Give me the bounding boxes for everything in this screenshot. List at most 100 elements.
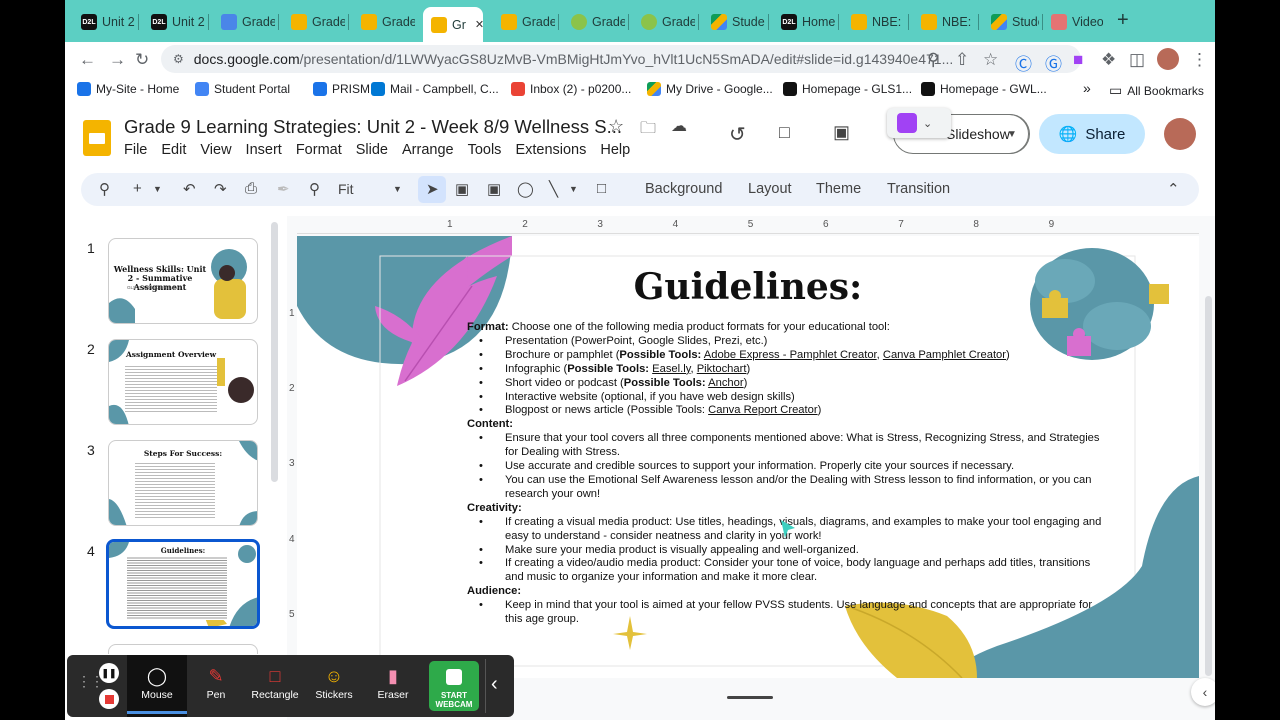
new-slide-icon[interactable]: + [133,180,142,197]
new-tab-icon[interactable]: + [1117,9,1129,32]
reload-icon[interactable]: ↻ [135,50,149,70]
bookmark-item[interactable]: Inbox (2) - p0200... [511,82,631,96]
horizontal-ruler[interactable]: 1 2 3 4 5 6 7 8 9 [297,216,1199,234]
menu-help[interactable]: Help [600,142,630,158]
browser-tab[interactable]: Grade [563,9,625,35]
version-history-icon[interactable]: ↺ [729,122,746,147]
slide-thumbnail-5[interactable] [108,644,258,654]
menu-view[interactable]: View [200,142,231,158]
stop-icon[interactable] [99,689,119,709]
slide-thumbnail-2[interactable]: Assignment Overview [108,339,258,425]
slide-title[interactable]: Guidelines: [297,266,1199,308]
browser-tab[interactable]: Grade [633,9,695,35]
extension-c-icon[interactable]: Ⓒ [1015,50,1032,75]
forward-icon[interactable]: → [109,50,126,70]
browser-tab[interactable]: Video [1043,9,1103,35]
profile-avatar[interactable] [1157,48,1179,70]
bookmark-item[interactable]: PRISM [313,82,370,96]
bookmark-star-icon[interactable]: ☆ [983,50,998,70]
new-slide-dropdown-icon[interactable]: ▼ [153,184,162,194]
slide-editor[interactable]: Guidelines: Format: Choose one of the fo… [297,236,1199,678]
tab-close-icon[interactable]: ✕ [475,18,483,31]
zoom-icon[interactable]: ⚲ [927,50,939,70]
undo-icon[interactable]: ↶ [183,180,196,198]
url-bar[interactable]: ⚙ docs.google.com/presentation/d/1LWWyac… [161,45,1081,73]
eraser-tool[interactable]: ▮ Eraser [364,663,422,702]
image-icon[interactable]: ▣ [487,180,501,198]
tool-link[interactable]: Canva Pamphlet Creator [883,349,1006,361]
rectangle-tool[interactable]: □ Rectangle [246,663,304,702]
bookmarks-overflow-icon[interactable]: » [1083,80,1091,96]
browser-tab[interactable]: Grade [493,9,555,35]
meet-camera-icon[interactable]: ▣ [833,122,850,143]
browser-tab[interactable]: Grade [283,9,345,35]
start-webcam-button[interactable]: START WEBCAM [429,661,479,711]
extensions-puzzle-icon[interactable]: ❖ [1101,50,1116,70]
slide-body[interactable]: Format: Choose one of the following medi… [467,321,1107,627]
texthelp-extension-popup[interactable]: ⌄ [887,108,951,138]
extension-tw-icon[interactable]: ■ [1073,50,1083,70]
kebab-menu-icon[interactable]: ⋮ [1191,50,1208,70]
line-dropdown-icon[interactable]: ▼ [569,184,578,194]
tool-link[interactable]: Adobe Express - Pamphlet Creator [704,349,877,361]
zoom-select[interactable]: Fit [338,181,354,197]
zoom-icon[interactable]: ⚲ [309,180,320,198]
slideshow-dropdown-icon[interactable]: ▼ [995,114,1030,154]
slide-thumbnail-1[interactable]: Wellness Skills: Unit 2 - Summative Assi… [108,238,258,324]
tool-link[interactable]: Easel.ly [652,363,690,375]
bookmark-item[interactable]: My Drive - Google... [647,82,773,96]
speaker-notes-handle[interactable] [727,696,773,699]
slide-thumbnail-4[interactable]: Guidelines: [106,539,260,629]
share-page-icon[interactable]: ⇧ [955,50,969,70]
paint-format-icon[interactable]: ✒ [277,180,290,198]
browser-tab[interactable]: Stude [983,9,1039,35]
comments-icon[interactable]: □ [779,122,790,143]
menu-format[interactable]: Format [296,142,342,158]
pause-icon[interactable]: ❚❚ [99,663,119,683]
line-icon[interactable]: ╲ [549,180,558,198]
back-icon[interactable]: ← [79,50,96,70]
bookmark-item[interactable]: My-Site - Home [77,82,179,96]
browser-tab[interactable]: Stude [703,9,765,35]
background-button[interactable]: Background [645,181,722,197]
browser-tab[interactable]: Gr ✕ [423,7,483,42]
collapse-toolbar-icon[interactable]: ⌃ [1167,180,1180,198]
cloud-status-icon[interactable]: ☁ [671,116,687,136]
shape-icon[interactable]: ◯ [517,180,534,198]
canvas-scrollbar[interactable] [1205,296,1212,676]
mouse-tool[interactable]: ◯ Mouse [128,663,186,702]
browser-tab[interactable]: Grade [213,9,275,35]
stickers-tool[interactable]: ☺ Stickers [305,663,363,702]
move-folder-icon[interactable]: 🗀 [640,117,656,144]
filmstrip-scrollbar[interactable] [271,222,278,482]
bookmark-item[interactable]: Mail - Campbell, C... [371,82,499,96]
menu-tools[interactable]: Tools [468,142,502,158]
menu-arrange[interactable]: Arrange [402,142,454,158]
menu-extensions[interactable]: Extensions [515,142,586,158]
extension-w-icon[interactable]: Ⓖ [1045,50,1062,75]
star-icon[interactable]: ☆ [608,116,624,137]
zoom-dropdown-icon[interactable]: ▼ [393,184,402,194]
menu-edit[interactable]: Edit [161,142,186,158]
layout-button[interactable]: Layout [748,181,792,197]
menu-slide[interactable]: Slide [356,142,388,158]
select-cursor-icon[interactable]: ➤ [426,180,439,198]
browser-tab[interactable]: Grade [353,9,415,35]
bookmark-item[interactable]: Student Portal [195,82,290,96]
pen-tool[interactable]: ✎ Pen [187,663,245,702]
browser-tab[interactable]: D2L Unit 2 [143,9,205,35]
search-menus-icon[interactable]: ⚲ [99,180,110,198]
bookmark-item[interactable]: Homepage - GLS1... [783,82,912,96]
side-panel-chevron-icon[interactable]: ‹ [1191,678,1215,706]
insert-comment-icon[interactable]: □ [597,180,606,197]
account-avatar[interactable] [1164,118,1196,150]
tool-link[interactable]: Anchor [708,377,743,389]
tool-link[interactable]: Canva Report Creator [708,404,817,416]
transition-button[interactable]: Transition [887,181,950,197]
site-info-icon[interactable]: ⚙ [173,52,184,66]
browser-tab[interactable]: NBE: [843,9,905,35]
share-button[interactable]: 🌐 Share [1039,114,1145,154]
menu-file[interactable]: File [124,142,147,158]
collapse-recorder-icon[interactable]: ‹ [491,673,498,696]
tool-link[interactable]: Piktochart [697,363,747,375]
